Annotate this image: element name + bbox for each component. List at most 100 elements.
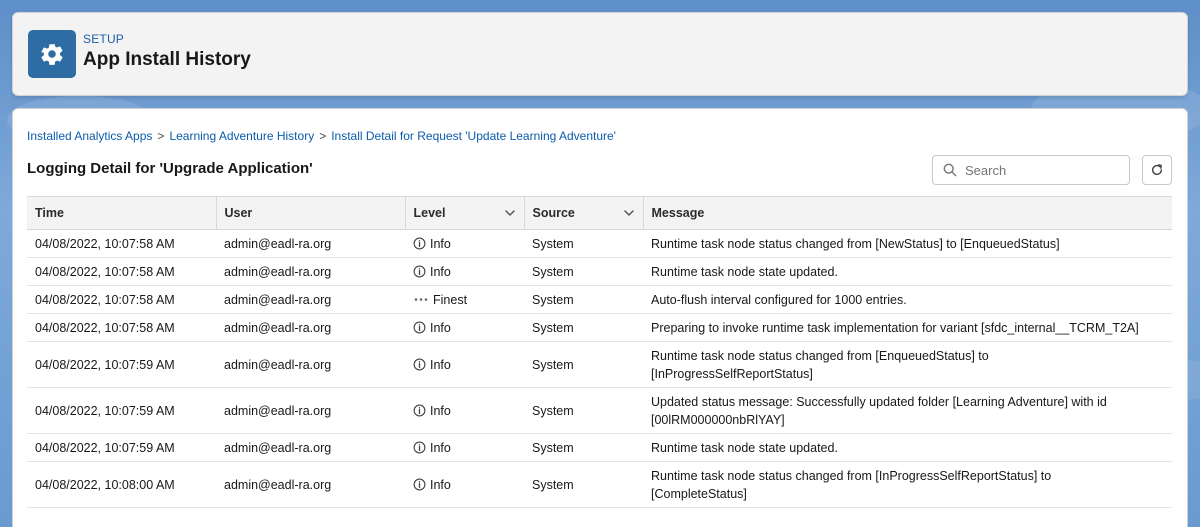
column-header-level[interactable]: Level <box>405 196 525 230</box>
cell-time: 04/08/2022, 10:07:58 AM <box>27 285 216 314</box>
breadcrumb-learning-adventure-history[interactable]: Learning Adventure History <box>169 129 314 143</box>
cell-user: admin@eadl-ra.org <box>216 285 405 314</box>
cell-time: 04/08/2022, 10:08:00 AM <box>27 461 216 508</box>
table-row: 04/08/2022, 10:07:58 AM admin@eadl-ra.org… <box>27 257 1172 286</box>
cell-level: Info <box>405 313 524 342</box>
header-eyebrow: SETUP <box>83 32 125 46</box>
search-box[interactable] <box>932 155 1130 185</box>
level-label: Info <box>430 403 451 418</box>
cell-message: Updated status message: Successfully upd… <box>643 387 1172 434</box>
message-line: Runtime task node state updated. <box>651 264 838 279</box>
cell-user: admin@eadl-ra.org <box>216 313 405 342</box>
message-line: [00lRM000000nbRlYAY] <box>651 412 785 427</box>
cell-source: System <box>524 341 643 388</box>
cell-source: System <box>524 285 643 314</box>
cell-source: System <box>524 229 643 258</box>
message-line: Preparing to invoke runtime task impleme… <box>651 320 1139 335</box>
level-indicator: Info <box>413 319 516 337</box>
table-header-row: Time User Level Source Message <box>27 196 1172 230</box>
cell-message: Runtime task node status changed from [N… <box>643 229 1172 258</box>
gear-icon <box>28 30 76 78</box>
info-icon <box>413 265 426 278</box>
cell-message: Runtime task node state updated. <box>643 257 1172 286</box>
column-header-user[interactable]: User <box>216 196 406 230</box>
cell-message: Runtime task node status changed from [I… <box>643 461 1172 508</box>
table-row: 04/08/2022, 10:07:58 AM admin@eadl-ra.org… <box>27 313 1172 342</box>
cell-level: Finest <box>405 285 524 314</box>
message-line: Runtime task node state updated. <box>651 440 838 455</box>
cell-message: Preparing to invoke runtime task impleme… <box>643 313 1172 342</box>
column-header-label: User <box>224 206 253 220</box>
level-label: Finest <box>433 292 468 307</box>
search-icon <box>943 163 957 177</box>
table-row: 04/08/2022, 10:07:59 AM admin@eadl-ra.org… <box>27 341 1172 388</box>
cell-source: System <box>524 257 643 286</box>
cell-user: admin@eadl-ra.org <box>216 229 405 258</box>
table-row: 04/08/2022, 10:07:59 AM admin@eadl-ra.org… <box>27 387 1172 434</box>
column-header-label: Message <box>651 206 705 220</box>
level-label: Info <box>430 264 451 279</box>
info-icon <box>413 441 426 454</box>
cell-time: 04/08/2022, 10:07:58 AM <box>27 313 216 342</box>
cell-time: 04/08/2022, 10:07:58 AM <box>27 229 216 258</box>
cell-time: 04/08/2022, 10:07:59 AM <box>27 341 216 388</box>
table-row: 04/08/2022, 10:07:58 AM admin@eadl-ra.org… <box>27 229 1172 258</box>
page-title: App Install History <box>83 49 251 70</box>
level-label: Info <box>430 320 451 335</box>
cell-level: Info <box>405 461 524 508</box>
breadcrumb: Installed Analytics Apps > Learning Adve… <box>27 129 616 143</box>
chevron-down-icon[interactable] <box>623 207 635 219</box>
cell-level: Info <box>405 433 524 462</box>
cell-message: Runtime task node status changed from [E… <box>643 341 1172 388</box>
more-dots-icon <box>413 293 429 306</box>
cell-message: Auto-flush interval configured for 1000 … <box>643 285 1172 314</box>
refresh-button[interactable] <box>1142 155 1172 185</box>
cell-level: Info <box>405 229 524 258</box>
level-indicator: Info <box>413 235 516 253</box>
column-header-message[interactable]: Message <box>643 196 1172 230</box>
column-header-label: Source <box>532 206 575 220</box>
column-header-source[interactable]: Source <box>524 196 644 230</box>
info-icon <box>413 404 426 417</box>
info-icon <box>413 358 426 371</box>
level-label: Info <box>430 440 451 455</box>
breadcrumb-separator: > <box>157 129 165 143</box>
info-icon <box>413 321 426 334</box>
cell-user: admin@eadl-ra.org <box>216 341 405 388</box>
page-header: SETUP App Install History <box>12 12 1188 96</box>
cell-level: Info <box>405 257 524 286</box>
cell-time: 04/08/2022, 10:07:59 AM <box>27 387 216 434</box>
level-label: Info <box>430 236 451 251</box>
level-indicator: Info <box>413 263 516 281</box>
level-indicator: Info <box>413 402 516 420</box>
chevron-down-icon[interactable] <box>504 207 516 219</box>
level-indicator: Info <box>413 439 516 457</box>
message-line: Updated status message: Successfully upd… <box>651 394 1107 409</box>
column-header-label: Level <box>413 206 446 220</box>
message-line: Runtime task node status changed from [E… <box>651 348 989 363</box>
cell-level: Info <box>405 341 524 388</box>
level-label: Info <box>430 477 451 492</box>
logging-detail-card: Installed Analytics Apps > Learning Adve… <box>12 108 1188 527</box>
level-label: Info <box>430 357 451 372</box>
level-indicator: Info <box>413 476 516 494</box>
cell-message: Runtime task node state updated. <box>643 433 1172 462</box>
breadcrumb-installed-analytics-apps[interactable]: Installed Analytics Apps <box>27 129 152 143</box>
cell-source: System <box>524 313 643 342</box>
column-header-time[interactable]: Time <box>27 196 217 230</box>
cell-source: System <box>524 461 643 508</box>
message-line: [CompleteStatus] <box>651 486 747 501</box>
search-input[interactable] <box>965 162 1125 178</box>
message-line: Runtime task node status changed from [N… <box>651 236 1060 251</box>
column-header-label: Time <box>35 206 64 220</box>
breadcrumb-install-detail[interactable]: Install Detail for Request 'Update Learn… <box>331 129 616 143</box>
cell-source: System <box>524 387 643 434</box>
cell-time: 04/08/2022, 10:07:59 AM <box>27 433 216 462</box>
section-title: Logging Detail for 'Upgrade Application' <box>27 160 313 177</box>
cell-time: 04/08/2022, 10:07:58 AM <box>27 257 216 286</box>
message-line: Auto-flush interval configured for 1000 … <box>651 292 907 307</box>
refresh-icon <box>1150 163 1164 177</box>
cell-user: admin@eadl-ra.org <box>216 387 405 434</box>
message-line: Runtime task node status changed from [I… <box>651 468 1052 483</box>
log-table: Time User Level Source Message 04/08/202… <box>27 196 1172 508</box>
